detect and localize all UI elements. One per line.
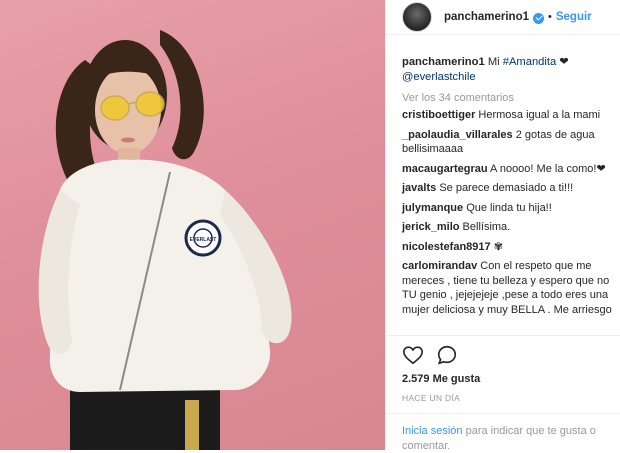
comment: javalts Se parece demasiado a ti!!! [402, 181, 614, 196]
comment: jerick_milo Bellísima. [402, 220, 614, 235]
comment: nicolestefan8917 ✾ [402, 240, 614, 255]
comment-username[interactable]: jerick_milo [402, 221, 459, 233]
comment-username[interactable]: _paolaudia_villarales [402, 129, 513, 141]
comment-username[interactable]: macaugartegrau [402, 163, 488, 175]
caption-hashtag[interactable]: #Amandita [503, 56, 557, 68]
comment-text: ✾ [493, 240, 503, 253]
comment-text: Hermosa igual a la mami [478, 109, 601, 121]
svg-text:EVERLAST: EVERLAST [190, 237, 217, 243]
comment: cristiboettiger Hermosa igual a la mami [402, 108, 614, 123]
pants-stripe [185, 400, 199, 450]
avatar[interactable] [402, 2, 432, 32]
heart-outline-icon[interactable] [402, 344, 424, 366]
lips [121, 137, 135, 143]
photo-illustration: EVERLAST [38, 30, 292, 450]
post-caption: panchamerino1 Mi #Amandita ❤ @everlastch… [402, 55, 612, 85]
header-username[interactable]: panchamerino1 [444, 11, 529, 23]
comment-username[interactable]: cristiboettiger [402, 109, 475, 121]
likes-count[interactable]: 2.579 Me gusta [402, 373, 480, 385]
comment-username[interactable]: carlomirandav [402, 260, 477, 272]
comment-text: Se parece demasiado a ti!!! [439, 182, 574, 194]
login-link[interactable]: Inicia sesión [402, 425, 463, 437]
login-prompt: Inicia sesión para indicar que te gusta … [386, 413, 620, 453]
comment-username[interactable]: nicolestefan8917 [402, 241, 491, 253]
post-sidebar: panchamerino1 • Seguir panchamerino1 Mi … [385, 0, 620, 453]
jacket-body [49, 159, 271, 392]
comment-username[interactable]: julymanque [402, 202, 463, 214]
comment-username[interactable]: javalts [402, 182, 436, 194]
comment-bubble-icon[interactable] [436, 344, 458, 366]
post-date: HACE UN DÍA [402, 393, 461, 403]
comment: julymanque Que linda tu hija!! [402, 201, 614, 216]
lens-left [100, 95, 130, 121]
view-all-comments-link[interactable]: Ver los 34 comentarios [402, 92, 514, 104]
comment: carlomirandav Con el respeto que me mere… [402, 259, 614, 317]
post-photo[interactable]: EVERLAST [0, 0, 385, 450]
caption-username[interactable]: panchamerino1 [402, 56, 485, 68]
post-header: panchamerino1 • Seguir [386, 0, 620, 35]
lens-right [135, 91, 165, 117]
caption-heart: ❤ [559, 56, 569, 68]
comment: _paolaudia_villarales 2 gotas de agua be… [402, 128, 614, 157]
header-separator: • [548, 11, 552, 23]
comment-text: A noooo! Me la como!❤ [490, 162, 606, 175]
comment-text: Bellísima. [462, 221, 511, 233]
caption-mention[interactable]: @everlastchile [402, 71, 476, 83]
comments-list: cristiboettiger Hermosa igual a la mami … [402, 108, 614, 322]
verified-badge-icon [533, 12, 544, 24]
comment-text: Que linda tu hija!! [466, 201, 552, 214]
comment: macaugartegrau A noooo! Me la como!❤ [402, 162, 614, 177]
login-prompt-text: Inicia sesión para indicar que te gusta … [402, 424, 607, 453]
follow-button[interactable]: Seguir [556, 11, 592, 23]
caption-text: Mi [487, 56, 500, 68]
action-bar [386, 335, 620, 376]
